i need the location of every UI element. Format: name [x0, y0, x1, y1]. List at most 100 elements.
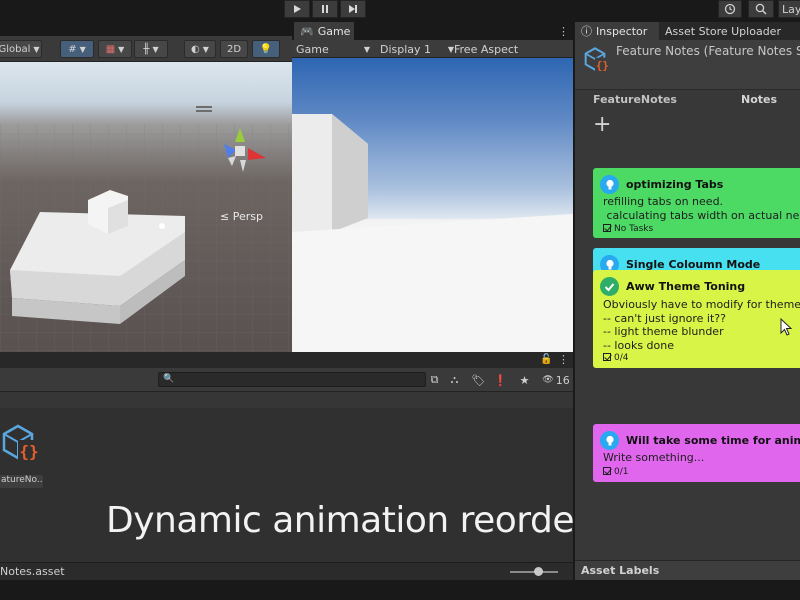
search-icon: 🔍	[163, 374, 175, 384]
checkbox-icon	[603, 467, 611, 475]
mouse-cursor-icon	[780, 318, 792, 336]
draw-mode-dropdown[interactable]: ◐ ▼	[184, 40, 216, 58]
shading-icon: ◐	[191, 43, 200, 55]
video-caption: Dynamic animation reordering	[106, 500, 643, 541]
notes-column-label: Notes	[741, 93, 778, 106]
bulb-glyph	[605, 259, 614, 269]
checkbox-icon	[603, 353, 611, 361]
project-panel: 🔓 ⋮ 🔍 ⧉ ⛬ 🏷 ❗ ★ 👁 16 {} atureNo... Dynam…	[0, 352, 643, 580]
bulb-glyph	[605, 179, 614, 189]
bulb-glyph	[605, 435, 614, 445]
inspector-panel: ⓘ Inspector Asset Store Uploader {} Feat…	[574, 22, 800, 580]
scriptable-object-icon: {}	[584, 47, 610, 73]
bottom-status-strip	[0, 580, 800, 600]
grid-toggle[interactable]: ▦ ▼	[98, 40, 132, 58]
icon-size-slider[interactable]	[510, 567, 558, 576]
note-card[interactable]: optimizing Tabs refilling tabs on need. …	[593, 168, 800, 238]
scriptable-object-icon[interactable]: {}	[0, 420, 42, 464]
scene-toolbar: Global ▼ # ▼ ▦ ▼ ╫ ▼ ◐ ▼ 2D 💡	[0, 36, 292, 62]
chevron-down-icon: ▼	[118, 44, 125, 54]
note-task-count: No Tasks	[603, 224, 653, 234]
mode-2d-button[interactable]: 2D	[220, 40, 248, 58]
hidden-count-badge[interactable]: 👁 16	[540, 372, 572, 388]
info-icon: ⓘ	[581, 25, 592, 38]
filter-type-icon[interactable]: ⛬	[446, 372, 463, 388]
tab-inspector[interactable]: ⓘ Inspector	[575, 22, 659, 40]
project-toolbar: 🔍 ⧉ ⛬ 🏷 ❗ ★ 👁 16	[0, 368, 573, 392]
asset-name-label[interactable]: atureNo...	[0, 475, 43, 488]
note-title: optimizing Tabs	[626, 178, 724, 191]
hidden-count-label: 16	[555, 373, 570, 387]
game-tabbar: 🎮 Game ⋮	[292, 22, 573, 40]
game-view: Game ▼ Display 1 ▼ Free Aspect	[292, 40, 573, 352]
more-options-icon[interactable]: ⋮	[558, 353, 569, 366]
pause-icon	[322, 5, 328, 13]
more-options-icon[interactable]: ⋮	[558, 25, 569, 38]
inspector-title: Feature Notes (Feature Notes SO)	[616, 44, 800, 58]
chevron-down-icon: ▼	[202, 44, 209, 54]
lock-icon[interactable]: 🔓	[540, 354, 552, 365]
tab-inspector-label: Inspector	[596, 24, 648, 38]
aspect-dropdown[interactable]: Free Aspect	[454, 41, 540, 57]
aspect-label: Free Aspect	[454, 42, 519, 56]
note-task-count: 0/1	[603, 467, 628, 477]
note-title: Will take some time for animations	[626, 434, 800, 447]
note-card[interactable]: Will take some time for animations Write…	[593, 424, 800, 482]
check-glyph	[604, 282, 615, 291]
step-button[interactable]	[340, 0, 366, 18]
warning-icon[interactable]: ❗	[492, 372, 509, 388]
gamepad-icon: 🎮	[300, 24, 314, 38]
svg-text:{}: {}	[596, 59, 609, 72]
play-button[interactable]	[284, 0, 310, 18]
increment-snap-toggle[interactable]: ╫ ▼	[134, 40, 168, 58]
play-icon	[294, 5, 301, 13]
display-dropdown[interactable]: Display 1 ▼	[380, 41, 454, 57]
lightbulb-icon	[600, 431, 619, 450]
project-tabbar: 🔓 ⋮	[0, 352, 573, 368]
tab-game[interactable]: 🎮 Game	[294, 22, 354, 40]
pause-button[interactable]	[312, 0, 338, 18]
pivot-global-dropdown[interactable]: Global ▼	[0, 40, 42, 58]
chevron-down-icon: ▼	[152, 44, 159, 54]
tab-store-label: Asset Store Uploader	[665, 24, 781, 38]
chevron-down-icon: ▼	[79, 44, 86, 54]
project-status-bar: Notes.asset	[0, 562, 573, 580]
scene-3d-render	[0, 106, 292, 352]
slider-knob[interactable]	[534, 567, 543, 576]
inspector-tabbar: ⓘ Inspector Asset Store Uploader	[575, 22, 800, 40]
layers-dropdown[interactable]: Lay	[778, 0, 800, 18]
lighting-toggle[interactable]: 💡	[252, 40, 280, 58]
search-input[interactable]: 🔍	[158, 372, 426, 387]
note-task-label: No Tasks	[614, 224, 654, 234]
favorites-star-icon[interactable]: ★	[516, 372, 533, 388]
tab-asset-store-uploader[interactable]: Asset Store Uploader	[659, 22, 800, 40]
step-icon	[349, 5, 357, 13]
label-filter-icon[interactable]: 🏷	[470, 372, 487, 388]
add-note-button[interactable]: +	[593, 114, 611, 136]
search-button[interactable]	[748, 0, 774, 18]
display-label: Display 1	[380, 42, 432, 56]
note-card[interactable]: Aww Theme Toning Obviously have to modif…	[593, 270, 800, 368]
search-by-type-icon[interactable]: ⧉	[426, 372, 443, 388]
lightbulb-icon: 💡	[259, 43, 273, 55]
view-dropdown[interactable]: Game ▼	[296, 41, 372, 57]
asset-labels-section[interactable]: Asset Labels	[575, 560, 800, 580]
tab-game-label: Game	[317, 24, 351, 38]
scene-viewport[interactable]: ≤ Persp	[0, 62, 292, 352]
scene-view: Global ▼ # ▼ ▦ ▼ ╫ ▼ ◐ ▼ 2D 💡 ≤ Persp	[0, 36, 292, 352]
checkbox-icon	[603, 224, 611, 232]
game-viewport[interactable]	[292, 58, 573, 352]
grid-plane-icon: ▦	[105, 43, 116, 55]
top-toolbar: Lay	[0, 0, 800, 22]
note-body: refilling tabs on need. calculating tabs…	[603, 195, 800, 222]
grid-icon: #	[68, 43, 77, 55]
note-body: Write something...	[603, 451, 705, 464]
feature-notes-column-label: FeatureNotes	[593, 93, 677, 106]
lightbulb-icon	[600, 175, 619, 194]
note-task-label: 0/4	[614, 353, 629, 363]
history-button[interactable]	[718, 0, 742, 18]
perspective-label[interactable]: ≤ Persp	[220, 210, 263, 223]
view-label: Game	[296, 42, 329, 56]
history-icon	[724, 3, 736, 15]
grid-snap-toggle[interactable]: # ▼	[60, 40, 94, 58]
